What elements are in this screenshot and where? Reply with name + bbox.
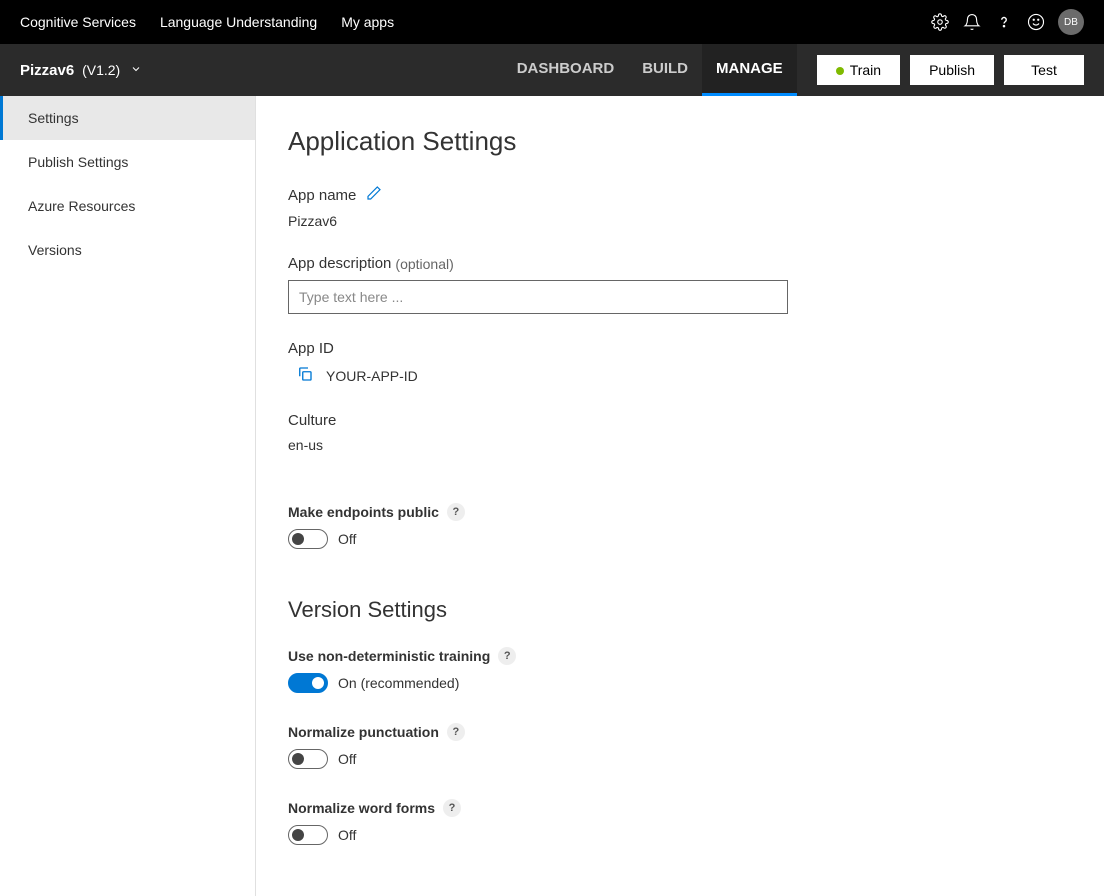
- copy-icon[interactable]: [296, 365, 314, 386]
- chevron-down-icon: [130, 62, 142, 78]
- norm-punct-label-row: Normalize punctuation ?: [288, 723, 1072, 741]
- bell-icon[interactable]: [956, 6, 988, 38]
- help-icon-norm-punct[interactable]: ?: [447, 723, 465, 741]
- make-public-label: Make endpoints public: [288, 504, 439, 520]
- sidebar-item-settings[interactable]: Settings: [0, 96, 255, 140]
- sidebar: Settings Publish Settings Azure Resource…: [0, 96, 256, 896]
- tab-build[interactable]: BUILD: [628, 44, 702, 96]
- edit-icon[interactable]: [366, 185, 382, 205]
- nondet-state: On (recommended): [338, 675, 459, 691]
- help-icon-make-public[interactable]: ?: [447, 503, 465, 521]
- app-version: (V1.2): [82, 62, 120, 78]
- norm-punct-toggle[interactable]: [288, 749, 328, 769]
- avatar[interactable]: DB: [1058, 9, 1084, 35]
- heading-application-settings: Application Settings: [288, 126, 1072, 157]
- norm-word-state: Off: [338, 827, 356, 843]
- app-name-label-row: App name: [288, 185, 1072, 205]
- topbar: Cognitive Services Language Understandin…: [0, 0, 1104, 44]
- app-name-label: App name: [288, 187, 356, 204]
- crumb-language-understanding[interactable]: Language Understanding: [160, 14, 317, 30]
- smile-icon[interactable]: [1020, 6, 1052, 38]
- tab-dashboard[interactable]: DASHBOARD: [503, 44, 629, 96]
- main-content: Application Settings App name Pizzav6 Ap…: [256, 96, 1104, 896]
- make-public-toggle-row: Off: [288, 529, 1072, 549]
- app-id-row: YOUR-APP-ID: [288, 365, 1072, 386]
- crumb-cognitive-services[interactable]: Cognitive Services: [20, 14, 136, 30]
- norm-word-label-row: Normalize word forms ?: [288, 799, 1072, 817]
- app-id-value: YOUR-APP-ID: [326, 368, 418, 384]
- app-desc-label-row: App description (optional): [288, 255, 1072, 272]
- app-desc-optional: (optional): [395, 256, 453, 272]
- heading-version-settings: Version Settings: [288, 597, 1072, 623]
- help-icon-norm-word[interactable]: ?: [443, 799, 461, 817]
- app-description-input[interactable]: [288, 280, 788, 314]
- norm-word-toggle-row: Off: [288, 825, 1072, 845]
- nondet-toggle[interactable]: [288, 673, 328, 693]
- culture-label: Culture: [288, 412, 1072, 429]
- test-button[interactable]: Test: [1004, 55, 1084, 85]
- tab-manage[interactable]: MANAGE: [702, 44, 797, 96]
- norm-punct-toggle-row: Off: [288, 749, 1072, 769]
- help-icon[interactable]: [988, 6, 1020, 38]
- train-status-dot: [836, 67, 844, 75]
- norm-punct-label: Normalize punctuation: [288, 724, 439, 740]
- culture-value: en-us: [288, 437, 1072, 453]
- appbar: Pizzav6 (V1.2) DASHBOARD BUILD MANAGE Tr…: [0, 44, 1104, 96]
- make-public-label-row: Make endpoints public ?: [288, 503, 1072, 521]
- make-public-state: Off: [338, 531, 356, 547]
- action-buttons: Train Publish Test: [817, 55, 1084, 85]
- sidebar-item-versions[interactable]: Versions: [0, 228, 255, 272]
- publish-button[interactable]: Publish: [910, 55, 994, 85]
- norm-word-toggle[interactable]: [288, 825, 328, 845]
- norm-word-label: Normalize word forms: [288, 800, 435, 816]
- app-desc-label: App description: [288, 255, 391, 272]
- gear-icon[interactable]: [924, 6, 956, 38]
- app-name: Pizzav6: [20, 62, 74, 79]
- train-label: Train: [850, 62, 881, 78]
- app-selector[interactable]: Pizzav6 (V1.2): [20, 62, 142, 79]
- sidebar-item-publish-settings[interactable]: Publish Settings: [0, 140, 255, 184]
- help-icon-nondet[interactable]: ?: [498, 647, 516, 665]
- norm-punct-state: Off: [338, 751, 356, 767]
- nondet-label: Use non-deterministic training: [288, 648, 490, 664]
- tabs: DASHBOARD BUILD MANAGE: [503, 44, 797, 96]
- crumb-my-apps[interactable]: My apps: [341, 14, 394, 30]
- make-public-toggle[interactable]: [288, 529, 328, 549]
- train-button[interactable]: Train: [817, 55, 900, 85]
- nondet-label-row: Use non-deterministic training ?: [288, 647, 1072, 665]
- sidebar-item-azure-resources[interactable]: Azure Resources: [0, 184, 255, 228]
- nondet-toggle-row: On (recommended): [288, 673, 1072, 693]
- app-name-value: Pizzav6: [288, 213, 1072, 229]
- app-id-label: App ID: [288, 340, 1072, 357]
